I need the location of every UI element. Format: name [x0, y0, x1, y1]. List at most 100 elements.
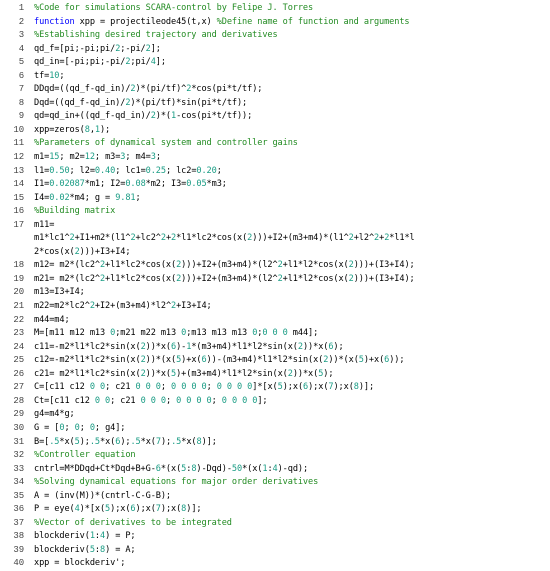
line-number: 19 — [13, 273, 24, 284]
code-token: +l1*l2*cos(x( — [282, 273, 349, 284]
code-token: +l1*lc2*cos(x( — [105, 273, 177, 284]
code-line: 1 %Code for simulations SCARA-control by … — [0, 2, 550, 16]
code-token: ))*x( — [302, 341, 329, 352]
line-number: 5 — [18, 57, 24, 68]
code-token: ]*[x( — [252, 382, 278, 393]
code-token: ) = A; — [105, 544, 136, 555]
code-token: ))*x( — [145, 341, 172, 352]
code-line: 39 blockderiv(5:8) = A; — [0, 544, 550, 558]
code-token: *m1; I2= — [84, 179, 126, 190]
comment-token: %Building matrix — [34, 206, 116, 217]
code-line: 33 cntrl=M*DDqd+Ct*Dqd+B+G-6*(x(5:8)-Dqd)… — [0, 463, 550, 477]
code-token: );x( — [135, 504, 156, 515]
code-line: 3 %Establishing desired trajectory and de… — [0, 29, 550, 43]
code-token: l1= — [34, 165, 50, 176]
number-token: 0.08 — [125, 179, 146, 190]
code-token: ); — [333, 341, 344, 352]
code-token: );x( — [282, 382, 304, 393]
code-token: +l2^ — [353, 233, 375, 244]
code-token: *x( — [140, 436, 156, 447]
code-text: c21= m2*l1*lc2*sin(x(2))*x(5)+(m3+m4)*l1… — [24, 368, 550, 382]
code-token: ; — [216, 165, 222, 176]
code-token: *cos(pi*t/tf); — [191, 84, 263, 95]
code-text: function xpp = projectileode45(t,x) %Def… — [24, 16, 550, 30]
code-token: m13=I3+I4; — [34, 287, 85, 298]
code-token: ]; — [155, 57, 166, 68]
code-token: ; — [79, 422, 90, 433]
code-token: qd_in=[-pi;pi;-pi/ — [34, 57, 126, 68]
code-text: P = eye(4)*[x(5);x(6);x(7);x(8)]; — [24, 503, 550, 517]
code-text: m22=m2*lc2^2+I2+(m3+m4)*l2^2+I3+I4; — [24, 300, 550, 314]
code-line: 29 g4=m4*g; — [0, 408, 550, 422]
code-text: c12=-m2*l1*lc2*sin(x(2))*(x(5)+x(6))-(m3… — [24, 354, 550, 368]
code-line: 31 B=[.5*x(5);.5*x(6);.5*x(7);.5*x(8)]; — [0, 436, 550, 450]
code-token: )]; — [186, 504, 202, 515]
code-token: G = [ — [34, 422, 60, 433]
code-token: )-Dqd)- — [196, 463, 232, 474]
code-token: DDqd=((qd_f-qd_in)/ — [34, 84, 131, 95]
line-number: 6 — [18, 70, 24, 81]
code-token: 2*cos(x( — [34, 246, 75, 257]
line-number: 3 — [18, 30, 24, 41]
line-number: 38 — [13, 531, 24, 542]
code-token: m21= m2*(lc2^ — [34, 273, 100, 284]
code-line: 28 Ct=[c11 c12 0 0; c21 0 0 0; 0 0 0 0; 0… — [0, 395, 550, 409]
code-token: I4= — [34, 192, 50, 203]
number-token: 12 — [84, 152, 95, 163]
line-number: 23 — [13, 328, 24, 339]
line-number: 28 — [13, 395, 24, 406]
number-token: .5 — [49, 436, 60, 447]
code-token: *x( — [181, 436, 197, 447]
number-token: 0 0 0 — [135, 382, 161, 393]
code-token: ); — [120, 436, 131, 447]
code-text: cntrl=M*DDqd+Ct*Dqd+B+G-6*(x(5:8)-Dqd)-5… — [24, 463, 550, 477]
code-text: m44=m4; — [24, 314, 550, 328]
line-number: 11 — [13, 138, 24, 149]
code-line: 12 m1=15; m2=12; m3=3; m4=3; — [0, 151, 550, 165]
code-token: qd=qd_in+((qd_f-qd_in)/ — [34, 111, 151, 122]
code-line: 14 I1=0.02087*m1; I2=0.08*m2; I3=0.05*m3; — [0, 178, 550, 192]
code-text: %Controller equation — [24, 449, 550, 463]
line-number — [0, 232, 24, 246]
code-token: );x( — [308, 382, 329, 393]
line-number: 30 — [13, 422, 24, 433]
comment-token: %Solving dynamical equations for major o… — [34, 477, 319, 488]
code-token: +lc2^ — [135, 233, 161, 244]
code-text: m1*lc1^2+I1+m2*(l1^2+lc2^2+2*l1*lc2*cos(… — [24, 232, 550, 246]
code-token: *m4; g = — [69, 192, 116, 203]
line-number: 8 — [18, 97, 24, 108]
code-token: *l1*lc2*cos(x( — [176, 233, 248, 244]
code-token: );x( — [160, 504, 182, 515]
code-text: m11= — [24, 219, 550, 233]
code-token: ; c21 — [110, 395, 141, 406]
comment-token: %Parameters of dynamical system and cont… — [34, 138, 298, 149]
keyword-token: function — [34, 16, 75, 27]
line-number: 21 — [13, 301, 24, 312]
code-text: B=[.5*x(5);.5*x(6);.5*x(7);.5*x(8)]; — [24, 436, 550, 450]
line-number: 27 — [13, 382, 24, 393]
code-text: m21= m2*(lc2^2+l1*lc2*cos(x(2)))+I2+(m3+… — [24, 273, 550, 287]
number-token: 0.25 — [145, 165, 166, 176]
code-token: cntrl=M*DDqd+Ct*Dqd+B+G- — [34, 463, 156, 474]
code-text: G = [0; 0; 0; g4]; — [24, 422, 550, 436]
code-text: g4=m4*g; — [24, 408, 550, 422]
line-number: 18 — [13, 260, 24, 271]
code-token: +I1+m2*(l1^ — [74, 233, 131, 244]
comment-token: %Establishing desired trajectory and der… — [34, 30, 278, 41]
code-text: qd_in=[-pi;pi;-pi/2;pi/4]; — [24, 56, 550, 70]
code-token: *(m3+m4)*l1*l2*sin(x( — [191, 341, 298, 352]
number-token: 0 0 0 — [262, 328, 288, 339]
comment-token: %Controller equation — [34, 450, 136, 461]
code-token: )))+I2+(m3+m4)*(l2^ — [181, 273, 278, 284]
code-line: 22 m44=m4; — [0, 314, 550, 328]
code-line: 7 DDqd=((qd_f-qd_in)/2)*(pi/tf)^2*cos(pi*… — [0, 83, 550, 97]
code-token: m22=m2*lc2^ — [34, 301, 90, 312]
code-token: blockderiv( — [34, 531, 90, 542]
number-token: 0 0 0 0 — [221, 395, 258, 406]
number-token: 9.81 — [115, 192, 136, 203]
line-number: 2 — [18, 16, 24, 27]
code-token: *m2; I3= — [145, 179, 187, 190]
code-line: 32 %Controller equation — [0, 449, 550, 463]
code-token: c21= m2*l1*lc2*sin(x( — [34, 368, 141, 379]
code-line: 11 %Parameters of dynamical system and co… — [0, 137, 550, 151]
